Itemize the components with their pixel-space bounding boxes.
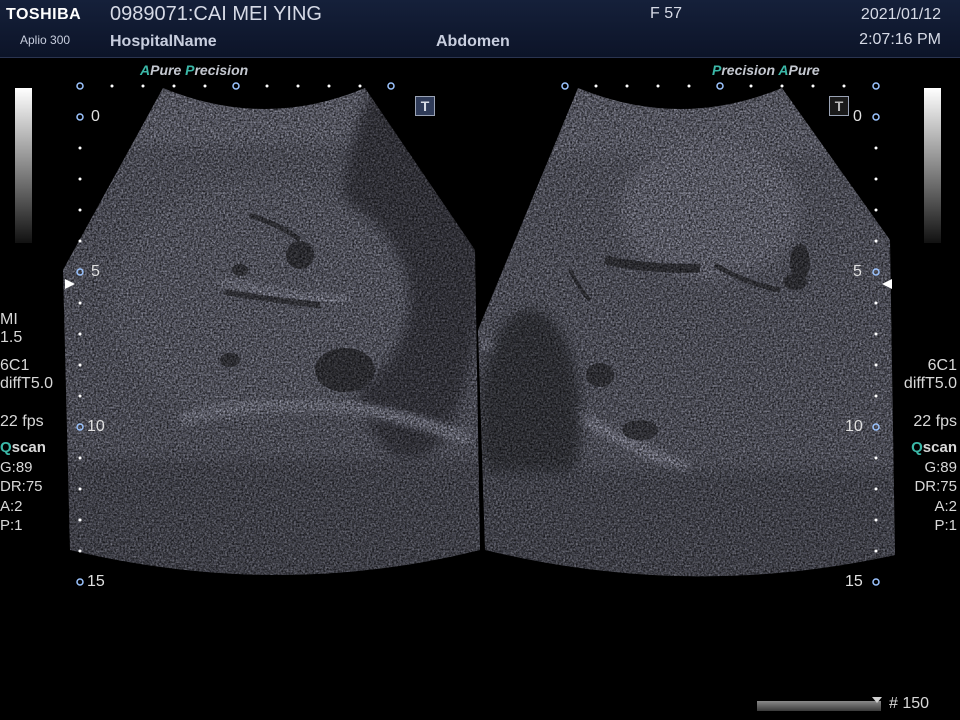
probe-name: 6C1 bbox=[0, 357, 30, 374]
brand-logo: TOSHIBA bbox=[6, 6, 82, 23]
depth-label: 15 bbox=[87, 573, 105, 590]
depth-label: 10 bbox=[87, 418, 105, 435]
a-value: A:2 bbox=[934, 497, 957, 515]
exam-type: Abdomen bbox=[436, 33, 510, 50]
right-branding: Precision APure bbox=[712, 62, 820, 78]
right-grayscale-bar bbox=[924, 88, 941, 243]
dynamic-range-value: DR:75 bbox=[0, 478, 43, 495]
hospital-name: HospitalName bbox=[110, 33, 217, 50]
probe-name: 6C1 bbox=[927, 357, 957, 374]
frame-rate: 22 fps bbox=[0, 413, 44, 430]
device-model: Aplio 300 bbox=[20, 33, 71, 47]
frame-rate: 22 fps bbox=[913, 413, 957, 430]
cine-progress-bar[interactable] bbox=[757, 701, 881, 711]
p-value: P:1 bbox=[0, 517, 23, 534]
mi-label: MI bbox=[0, 311, 18, 328]
left-parameters: MI 1.5 bbox=[0, 311, 22, 347]
orientation-marker-icon[interactable]: T bbox=[829, 96, 849, 116]
depth-label: 5 bbox=[853, 263, 862, 280]
right-fps: 22 fps bbox=[913, 413, 957, 431]
gain-value: G:89 bbox=[0, 458, 33, 476]
left-fps: 22 fps bbox=[0, 413, 44, 431]
left-ultrasound-image bbox=[63, 88, 480, 575]
header-bar: TOSHIBA Aplio 300 0989071:CAI MEI YING H… bbox=[0, 0, 960, 58]
left-qscan-params: Qscan G:89 DR:75 A:2 P:1 bbox=[0, 438, 46, 536]
right-ultrasound-image bbox=[478, 88, 895, 577]
patient-id-name: 0989071:CAI MEI YING bbox=[110, 3, 322, 25]
right-qscan-params: Qscan G:89 DR:75 A:2 P:1 bbox=[911, 438, 957, 536]
exam-time: 2:07:16 PM bbox=[859, 31, 941, 48]
left-grayscale-bar bbox=[15, 88, 32, 243]
exam-date: 2021/01/12 bbox=[860, 6, 941, 23]
left-branding: APure Precision bbox=[140, 62, 249, 78]
depth-label: 0 bbox=[91, 108, 100, 125]
right-probe-info: 6C1 diffT5.0 bbox=[904, 357, 957, 393]
qscan-label[interactable]: Qscan bbox=[911, 438, 957, 458]
gain-value: G:89 bbox=[924, 458, 957, 476]
patient-sex-age: F 57 bbox=[650, 5, 683, 22]
a-value: A:2 bbox=[0, 497, 23, 515]
preset-name: diffT5.0 bbox=[0, 375, 54, 392]
depth-label: 0 bbox=[853, 108, 862, 125]
top-dot-scale bbox=[76, 82, 880, 90]
preset-name: diffT5.0 bbox=[903, 375, 957, 392]
dynamic-range-value: DR:75 bbox=[914, 478, 957, 495]
p-value: P:1 bbox=[934, 517, 957, 534]
mi-value: 1.5 bbox=[0, 329, 23, 346]
ultrasound-images[interactable] bbox=[0, 0, 960, 720]
depth-label: 10 bbox=[845, 418, 863, 435]
orientation-marker-icon[interactable]: T bbox=[415, 96, 435, 116]
frame-number: # 150 bbox=[889, 695, 930, 712]
qscan-label[interactable]: Qscan bbox=[0, 438, 46, 458]
depth-label: 5 bbox=[91, 263, 100, 280]
left-probe-info: 6C1 diffT5.0 bbox=[0, 357, 53, 393]
depth-label: 15 bbox=[845, 573, 863, 590]
